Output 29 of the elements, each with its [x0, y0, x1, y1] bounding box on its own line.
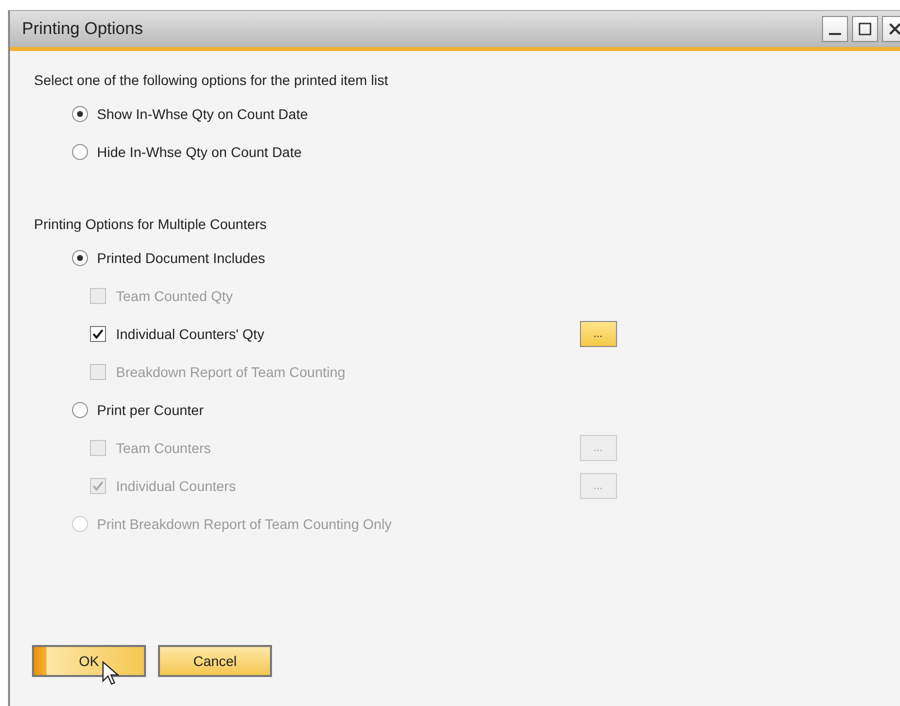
maximize-icon [858, 22, 872, 36]
maximize-button[interactable] [852, 16, 878, 42]
radio-button[interactable] [72, 402, 88, 418]
section-heading: Printing Options for Multiple Counters [34, 215, 268, 234]
radio-label: Print per Counter [97, 400, 204, 420]
radio-label: Show In-Whse Qty on Count Date [97, 104, 308, 124]
checkbox-label: Individual Counters' Qty [116, 324, 264, 344]
radio-label: Print Breakdown Report of Team Counting Only [97, 514, 392, 534]
checkbox-label: Team Counted Qty [116, 286, 233, 306]
minimize-button[interactable] [822, 16, 848, 42]
checkbox-label: Team Counters [116, 438, 211, 458]
dialog-button[interactable]: OK [32, 645, 146, 677]
radio-label: Printed Document Includes [97, 248, 266, 268]
window-title: Printing Options [22, 18, 143, 40]
more-button[interactable]: ... [580, 321, 616, 347]
radio-button[interactable] [72, 106, 88, 122]
checkbox-label: Breakdown Report of Team Counting [116, 362, 346, 382]
dialog-button[interactable]: Cancel [158, 645, 272, 677]
more-button: ... [580, 435, 616, 461]
minimize-icon [829, 33, 841, 35]
more-button: ... [580, 473, 616, 499]
checkbox-label: Individual Counters [116, 476, 236, 496]
checkbox[interactable] [90, 326, 106, 342]
radio-label: Hide In-Whse Qty on Count Date [97, 142, 302, 162]
close-icon [888, 22, 900, 36]
radio-button[interactable] [72, 250, 88, 266]
section-heading: Select one of the following options for the printed item list [34, 71, 390, 90]
mouse-cursor-icon [102, 661, 120, 687]
radio-button[interactable] [72, 144, 88, 160]
